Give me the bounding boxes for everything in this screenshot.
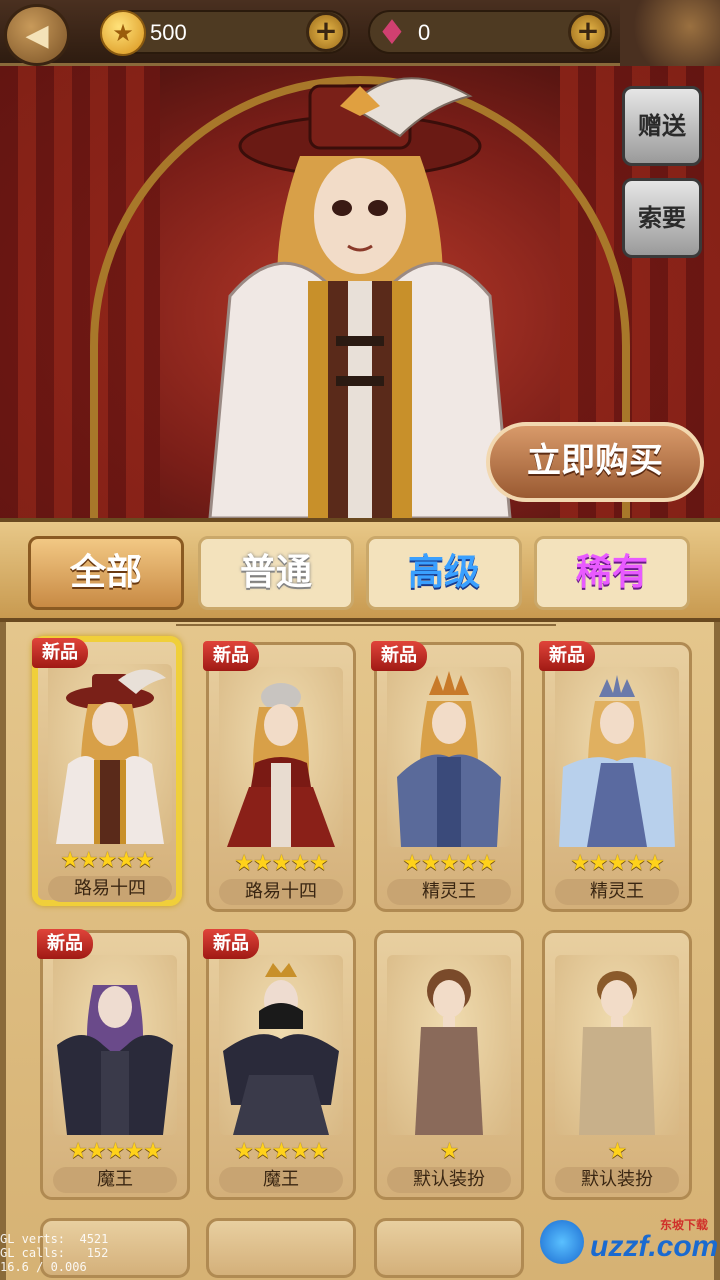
gem-amount: 0 bbox=[418, 20, 431, 45]
outfit-card[interactable] bbox=[206, 1218, 356, 1278]
outfit-portrait-default-female bbox=[387, 955, 511, 1135]
outfit-name: 默认装扮 bbox=[555, 1167, 679, 1193]
character-preview: 赠送 索要 立即购买 bbox=[0, 66, 720, 518]
new-badge: 新品 bbox=[539, 641, 595, 671]
coin-amount: 500 bbox=[150, 20, 187, 45]
outfit-portrait-demon-king bbox=[53, 955, 177, 1135]
outfit-grid: 新品 ★★★★★ 路易十四 新品 ★★★★★ 路易十四 新品 ★★★★★ 精灵王… bbox=[0, 622, 720, 1280]
coin-icon: ★ bbox=[100, 10, 146, 56]
outfit-portrait-demon-queen bbox=[219, 955, 343, 1135]
rarity-stars: ★ bbox=[439, 1139, 460, 1164]
outfit-portrait-default-male bbox=[555, 955, 679, 1135]
top-bar: ◀ ★ 500 + ♦ 0 + bbox=[0, 0, 720, 66]
corner-ornament bbox=[620, 0, 720, 66]
rarity-stars: ★ bbox=[607, 1139, 628, 1164]
new-badge: 新品 bbox=[37, 929, 93, 959]
outfit-card[interactable]: 新品 ★★★★★ 路易十四 bbox=[203, 641, 356, 912]
outfit-portrait-elf-king bbox=[387, 667, 511, 847]
outfit-name: 默认装扮 bbox=[387, 1167, 511, 1193]
outfit-name: 路易十四 bbox=[48, 876, 172, 902]
outfit-name: 路易十四 bbox=[219, 879, 343, 905]
outfit-name: 精灵王 bbox=[387, 879, 511, 905]
outfit-card[interactable]: 新品 ★★★★★ 精灵王 bbox=[371, 641, 524, 912]
tab-all[interactable]: 全部 bbox=[28, 536, 184, 610]
rarity-stars: ★★★★★ bbox=[570, 851, 665, 876]
watermark-text: uzzf.com bbox=[590, 1230, 719, 1263]
outfit-card[interactable]: 新品 ★★★★★ 魔王 bbox=[203, 929, 356, 1200]
new-badge: 新品 bbox=[32, 638, 88, 668]
tab-advanced[interactable]: 高级 bbox=[366, 536, 522, 610]
outfit-card[interactable]: 新品 ★★★★★ 路易十四 bbox=[32, 636, 182, 906]
coin-balance: ★ 500 + bbox=[100, 10, 350, 56]
panel-ornament bbox=[176, 624, 556, 634]
rarity-stars: ★★★★★ bbox=[68, 1139, 163, 1164]
character-figure bbox=[208, 77, 512, 518]
gem-balance: ♦ 0 + bbox=[368, 10, 612, 54]
watermark-logo-icon bbox=[540, 1220, 584, 1264]
outfit-name: 精灵王 bbox=[555, 879, 679, 905]
back-arrow-icon: ◀ bbox=[25, 17, 49, 53]
rarity-stars: ★★★★★ bbox=[234, 851, 329, 876]
gift-button[interactable]: 赠送 bbox=[622, 86, 702, 166]
buy-now-button[interactable]: 立即购买 bbox=[486, 422, 704, 502]
new-badge: 新品 bbox=[203, 929, 259, 959]
watermark: 东坡下载 uzzf.com bbox=[540, 1216, 719, 1270]
add-coins-button[interactable]: + bbox=[306, 12, 346, 52]
rarity-tab-bar: 全部 普通 高级 稀有 bbox=[0, 518, 720, 622]
rarity-stars: ★★★★★ bbox=[402, 851, 497, 876]
add-gems-button[interactable]: + bbox=[568, 12, 608, 52]
outfit-portrait-musketeer bbox=[48, 664, 172, 844]
new-badge: 新品 bbox=[203, 641, 259, 671]
outfit-card[interactable]: ★ 默认装扮 bbox=[542, 930, 692, 1200]
outfit-name: 魔王 bbox=[219, 1167, 343, 1193]
outfit-portrait-red-dress bbox=[219, 667, 343, 847]
tab-normal[interactable]: 普通 bbox=[198, 536, 354, 610]
debug-overlay: GL verts: 4521 GL calls: 152 16.6 / 0.00… bbox=[0, 1232, 109, 1274]
rarity-stars: ★★★★★ bbox=[234, 1139, 329, 1164]
outfit-portrait-elf-queen bbox=[555, 667, 679, 847]
request-button[interactable]: 索要 bbox=[622, 178, 702, 258]
new-badge: 新品 bbox=[371, 641, 427, 671]
outfit-card[interactable] bbox=[374, 1218, 524, 1278]
gem-icon: ♦ bbox=[376, 13, 408, 53]
outfit-card[interactable]: 新品 ★★★★★ 精灵王 bbox=[539, 641, 692, 912]
tab-rare[interactable]: 稀有 bbox=[534, 536, 690, 610]
outfit-card[interactable]: 新品 ★★★★★ 魔王 bbox=[37, 929, 190, 1200]
outfit-name: 魔王 bbox=[53, 1167, 177, 1193]
back-button[interactable]: ◀ bbox=[4, 4, 70, 66]
rarity-stars: ★★★★★ bbox=[60, 848, 155, 873]
outfit-card[interactable]: ★ 默认装扮 bbox=[374, 930, 524, 1200]
